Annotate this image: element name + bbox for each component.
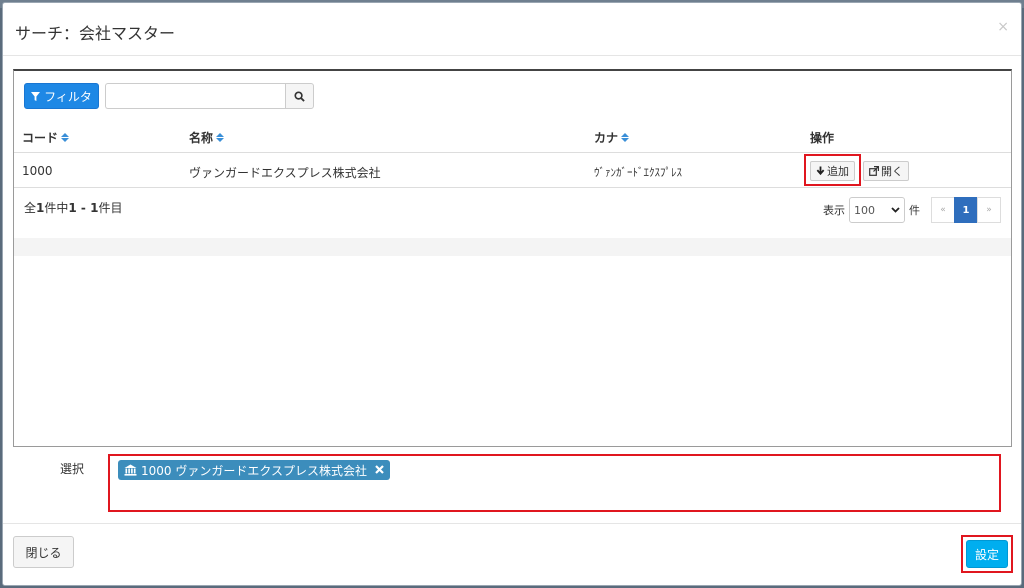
close-button[interactable]: 閉じる (13, 536, 74, 568)
selection-label: 選択 (60, 462, 85, 476)
chevron-down-icon (891, 207, 900, 213)
page-next[interactable]: » (977, 197, 1001, 223)
selected-tag[interactable]: 1000 ヴァンガードエクスプレス株式会社 (118, 460, 390, 480)
cell-name: ヴァンガードエクスプレス株式会社 (189, 166, 381, 180)
sort-icon (216, 133, 225, 142)
search-modal: サーチ：会社マスター × フィルタ コード 名称 カナ 操作 1000 ヴァンガ… (2, 2, 1022, 586)
page-current[interactable]: 1 (954, 197, 978, 223)
selection-box[interactable]: 1000 ヴァンガードエクスプレス株式会社 (108, 454, 1001, 512)
record-summary: 全1件中1 - 1件目 (24, 201, 123, 215)
add-button[interactable]: 追加 (810, 161, 855, 181)
close-icon[interactable]: × (997, 19, 1009, 35)
filter-icon (31, 91, 41, 101)
selected-tag-label: 1000 ヴァンガードエクスプレス株式会社 (141, 463, 367, 478)
page-prev[interactable]: « (931, 197, 955, 223)
cell-kana: ｳﾞｧﾝｶﾞｰﾄﾞｴｸｽﾌﾟﾚｽ (594, 166, 682, 179)
table-footer-strip (14, 238, 1011, 256)
search-input[interactable] (105, 83, 285, 109)
search-button[interactable] (285, 83, 314, 109)
set-highlight: 設定 (961, 535, 1013, 573)
pager: « 1 » (931, 197, 1001, 223)
modal-title: サーチ：会社マスター (15, 24, 176, 43)
pagination-area: 表示 100 件 « 1 » (819, 197, 1001, 223)
filter-button[interactable]: フィルタ (24, 83, 99, 109)
page-size-unit: 件 (909, 204, 920, 217)
arrow-down-icon (816, 166, 825, 176)
column-header-kana[interactable]: カナ (594, 129, 630, 146)
set-button[interactable]: 設定 (966, 540, 1008, 568)
bank-icon (124, 464, 137, 476)
modal-footer-divider (3, 523, 1021, 524)
cell-code: 1000 (22, 164, 53, 178)
filter-label: フィルタ (44, 89, 92, 104)
sort-icon (61, 133, 70, 142)
remove-icon[interactable] (375, 463, 384, 477)
column-header-code[interactable]: コード (22, 129, 70, 146)
results-panel: フィルタ コード 名称 カナ 操作 1000 ヴァンガードエクスプレス株式会社 … (13, 69, 1012, 447)
search-icon (294, 90, 305, 102)
toolbar: フィルタ (24, 83, 314, 109)
sort-icon (621, 133, 630, 142)
table-header: コード 名称 カナ 操作 (14, 121, 1011, 153)
modal-header: サーチ：会社マスター × (3, 3, 1021, 56)
page-size-label: 表示 (823, 204, 845, 217)
table-row: 1000 ヴァンガードエクスプレス株式会社 ｳﾞｧﾝｶﾞｰﾄﾞｴｸｽﾌﾟﾚｽ 追… (14, 154, 1011, 188)
open-button[interactable]: 開く (863, 161, 909, 181)
external-link-icon (869, 166, 879, 176)
page-size-select[interactable]: 100 (849, 197, 905, 223)
column-header-name[interactable]: 名称 (189, 129, 225, 146)
column-header-actions: 操作 (810, 131, 835, 145)
